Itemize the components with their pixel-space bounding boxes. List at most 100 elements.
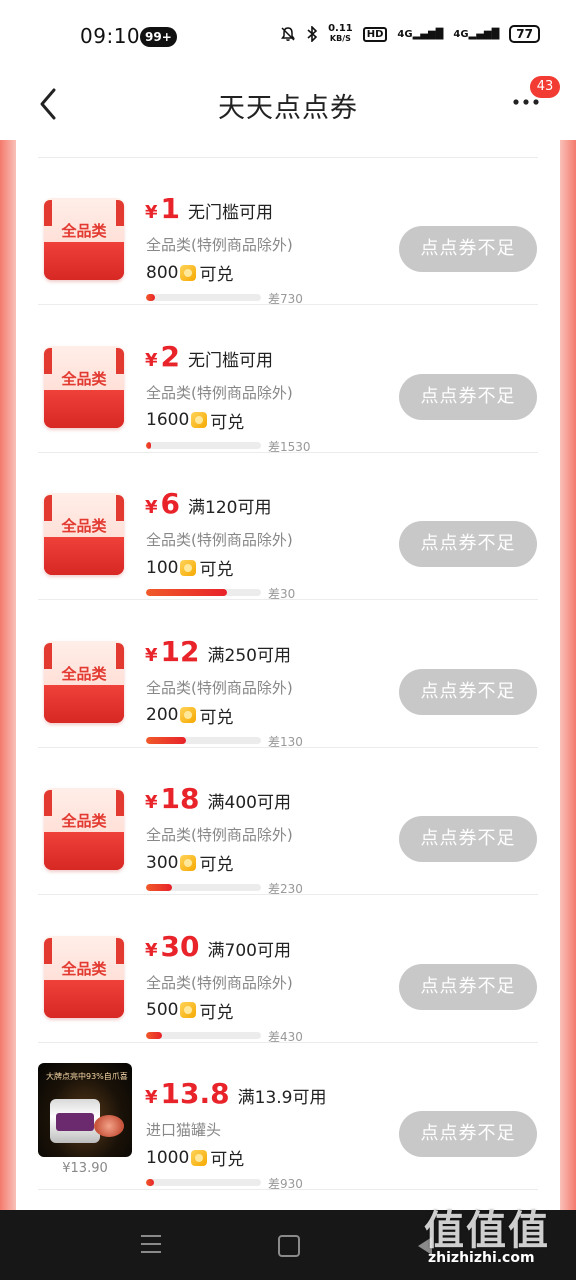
coupon-scope: 进口猫罐头 — [146, 1121, 222, 1139]
coupon-condition: 无门槛可用 — [188, 350, 274, 371]
coupon-amount: 1 — [160, 192, 181, 225]
hd-voice-icon: HD — [362, 26, 388, 42]
redeem-button[interactable]: 点点券不足 — [399, 816, 537, 862]
points-coin-icon — [180, 559, 197, 576]
exchange-cost: 500 可兑 — [146, 998, 233, 1023]
progress-fill — [146, 884, 173, 891]
signal-label-2: 4G — [453, 28, 469, 40]
exchange-cost: 300 可兑 — [146, 850, 233, 876]
points-coin-icon — [180, 1002, 197, 1018]
cost-suffix: 可兑 — [199, 1002, 234, 1023]
progress-fill — [146, 441, 151, 449]
cat-food-can-graphic — [50, 1099, 100, 1143]
coupon-condition: 无门槛可用 — [188, 203, 274, 223]
redeem-button[interactable]: 点点券不足 — [399, 373, 537, 420]
bluetooth-icon — [307, 26, 318, 42]
recent-apps-icon[interactable] — [141, 1235, 161, 1255]
coupon-icon-label: 全品类 — [61, 664, 107, 683]
cost-points: 300 — [146, 852, 179, 873]
cost-suffix: 可兑 — [199, 560, 234, 580]
home-icon[interactable] — [278, 1235, 300, 1257]
coupon-value: ¥ 6 满120可用 — [145, 489, 271, 519]
coupon-amount: 2 — [160, 339, 181, 373]
coupon-condition: 满120可用 — [188, 498, 272, 518]
progress-fill — [146, 1179, 155, 1186]
net-speed-value: 0.11 — [328, 23, 353, 34]
coupon-scope: 全品类(特例商品除外) — [146, 973, 293, 992]
coupon-scope: 全品类(特例商品除外) — [146, 383, 293, 402]
progress-fill — [146, 736, 187, 744]
cost-points: 1000 — [146, 1147, 190, 1168]
coupon-item: 全品类 ¥ 18 满400可用 全品类(特例商品除外) 300 可兑 差230 … — [16, 748, 560, 896]
signal-4g-2: 4G▂▄▆█ — [453, 28, 500, 40]
status-bar: 09:10 99+ 0.11 KB/S HD 4G▂▄▆█ 4G▂▄▆█ 77 — [0, 0, 576, 72]
points-progress-bar — [146, 736, 261, 744]
redeem-button[interactable]: 点点券不足 — [399, 963, 537, 1010]
coupon-condition: 满700可用 — [207, 940, 291, 961]
coupon-value: ¥ 2 无门槛可用 — [145, 339, 274, 373]
watermark: 值值值 zhizhizhi.com — [424, 1198, 576, 1280]
signal-4g-1: 4G▂▄▆█ — [397, 28, 444, 40]
points-coin-icon — [191, 1149, 208, 1166]
points-coin-icon — [180, 707, 197, 723]
coupon-envelope-icon: 全品类 — [44, 345, 124, 428]
notification-count-badge: 99+ — [140, 27, 177, 47]
cost-suffix: 可兑 — [199, 265, 234, 285]
cost-suffix: 可兑 — [210, 1150, 245, 1170]
coupon-icon-label: 全品类 — [61, 812, 107, 830]
coupon-envelope-icon: 全品类 — [44, 640, 124, 723]
watermark-logo: 值值值 — [424, 1208, 550, 1254]
battery-indicator: 77 — [509, 25, 540, 43]
coupon-value: ¥ 18 满400可用 — [145, 784, 291, 814]
exchange-cost: 1600 可兑 — [146, 408, 244, 433]
exchange-cost: 200 可兑 — [146, 703, 233, 728]
coupon-amount: 18 — [160, 782, 200, 815]
status-icons: 0.11 KB/S HD 4G▂▄▆█ 4G▂▄▆█ 77 — [280, 24, 540, 44]
coupon-condition: 满250可用 — [207, 645, 291, 666]
cost-points: 200 — [146, 705, 179, 725]
redeem-button[interactable]: 点点券不足 — [399, 1111, 537, 1157]
points-coin-icon — [191, 412, 208, 428]
product-image[interactable]: 大牌点亮中93%自爪喜 — [38, 1063, 132, 1157]
coupon-amount: 30 — [160, 929, 200, 963]
coupon-envelope-icon: 全品类 — [44, 788, 124, 870]
coupon-condition: 满13.9可用 — [237, 1088, 327, 1108]
header-bar: 天天点点券 43 — [0, 72, 576, 140]
redeem-button[interactable]: 点点券不足 — [399, 226, 537, 272]
page-title: 天天点点券 — [218, 93, 358, 124]
points-progress-bar — [146, 884, 261, 891]
coupon-icon-label: 全品类 — [61, 369, 107, 388]
fish-graphic — [94, 1115, 124, 1137]
redeem-button[interactable]: 点点券不足 — [399, 521, 537, 567]
currency-symbol: ¥ — [145, 349, 158, 371]
points-coin-icon — [180, 854, 197, 871]
coupon-item: 全品类 ¥ 6 满120可用 全品类(特例商品除外) 100 可兑 差30 点点… — [16, 453, 560, 601]
coupon-condition: 满400可用 — [207, 793, 291, 813]
exchange-cost: 1000 可兑 — [146, 1145, 245, 1171]
cost-points: 800 — [146, 262, 179, 283]
cost-points: 500 — [146, 1000, 179, 1020]
cost-points: 1600 — [146, 410, 190, 430]
watermark-url: zhizhizhi.com — [428, 1250, 535, 1266]
coupon-item: 全品类 ¥ 1 无门槛可用 全品类(特例商品除外) 800 可兑 差730 点点… — [16, 158, 560, 306]
product-banner-text: 大牌点亮中93%自爪喜 — [46, 1072, 128, 1081]
points-progress-bar — [146, 1179, 261, 1186]
coupon-list: 全品类 ¥ 1 无门槛可用 全品类(特例商品除外) 800 可兑 差730 点点… — [16, 140, 560, 1210]
currency-symbol: ¥ — [145, 792, 158, 813]
coupon-value: ¥ 13.8 满13.9可用 — [145, 1079, 326, 1109]
coupon-envelope-icon: 全品类 — [44, 493, 124, 575]
coupon-item: 全品类 ¥ 12 满250可用 全品类(特例商品除外) 200 可兑 差130 … — [16, 601, 560, 749]
coupon-scope: 全品类(特例商品除外) — [146, 236, 293, 254]
redeem-button[interactable]: 点点券不足 — [399, 668, 537, 715]
currency-symbol: ¥ — [145, 497, 158, 518]
product-price: ¥13.90 — [62, 1161, 108, 1176]
currency-symbol: ¥ — [145, 202, 158, 223]
points-coin-icon — [180, 264, 197, 281]
currency-symbol: ¥ — [145, 939, 158, 961]
coupon-value: ¥ 12 满250可用 — [145, 636, 291, 667]
coupon-value: ¥ 30 满700可用 — [145, 929, 291, 963]
signal-label-1: 4G — [397, 28, 413, 40]
coupon-scope: 全品类(特例商品除外) — [146, 826, 293, 844]
coupon-envelope-icon: 全品类 — [44, 198, 124, 280]
coupon-icon-label: 全品类 — [61, 222, 107, 240]
